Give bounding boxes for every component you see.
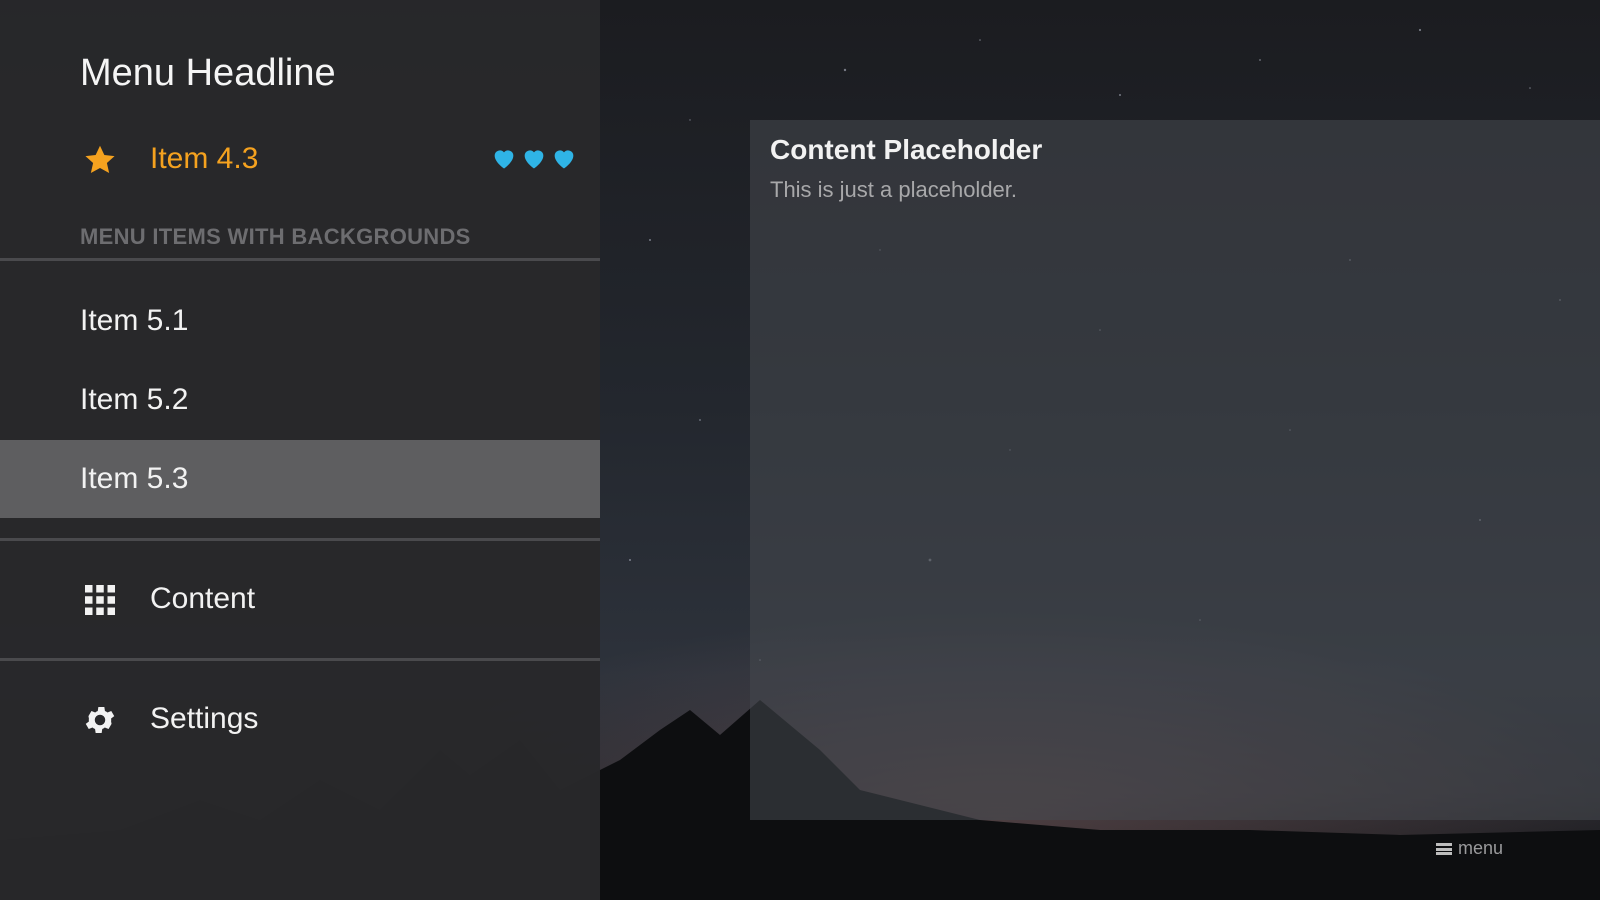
nav-content[interactable]: Content [0, 560, 600, 640]
heart-rating [490, 144, 578, 172]
sidebar-item-5-1[interactable]: Item 5.1 [0, 282, 600, 360]
heart-icon [554, 150, 574, 169]
section-title: MENU ITEMS WITH BACKGROUNDS [80, 224, 471, 249]
divider [0, 538, 600, 541]
menu-hint-label: menu [1458, 838, 1504, 858]
sidebar-item-label: Item 5.1 [80, 304, 189, 337]
heart-icon [494, 150, 514, 169]
content-subtitle: This is just a placeholder. [770, 177, 1018, 202]
menu-hint: menu [1436, 838, 1503, 859]
nav-label: Content [150, 582, 256, 615]
content-title: Content Placeholder [770, 134, 1043, 165]
grid-icon [85, 585, 115, 615]
nav-label: Settings [150, 702, 259, 735]
sidebar-item-label: Item 5.3 [80, 462, 189, 495]
sidebar-item-5-2[interactable]: Item 5.2 [0, 361, 600, 439]
gear-icon [85, 706, 115, 734]
menu-key-icon [1436, 842, 1452, 855]
sidebar-item-label: Item 5.2 [80, 383, 189, 416]
sidebar-menu: Menu Headline Item 4.3 MENU ITEMS WITH B… [0, 0, 600, 900]
sidebar-item-4-3[interactable]: Item 4.3 [0, 130, 600, 194]
sidebar-item-label: Item 4.3 [150, 142, 259, 175]
heart-icon [524, 150, 544, 169]
divider [0, 658, 600, 661]
content-card[interactable]: Content Placeholder This is just a place… [750, 120, 1600, 820]
divider [0, 258, 600, 261]
nav-settings[interactable]: Settings [0, 680, 600, 760]
menu-headline: Menu Headline [80, 52, 336, 94]
star-icon [85, 145, 115, 174]
sidebar-item-5-3[interactable]: Item 5.3 [0, 440, 600, 518]
